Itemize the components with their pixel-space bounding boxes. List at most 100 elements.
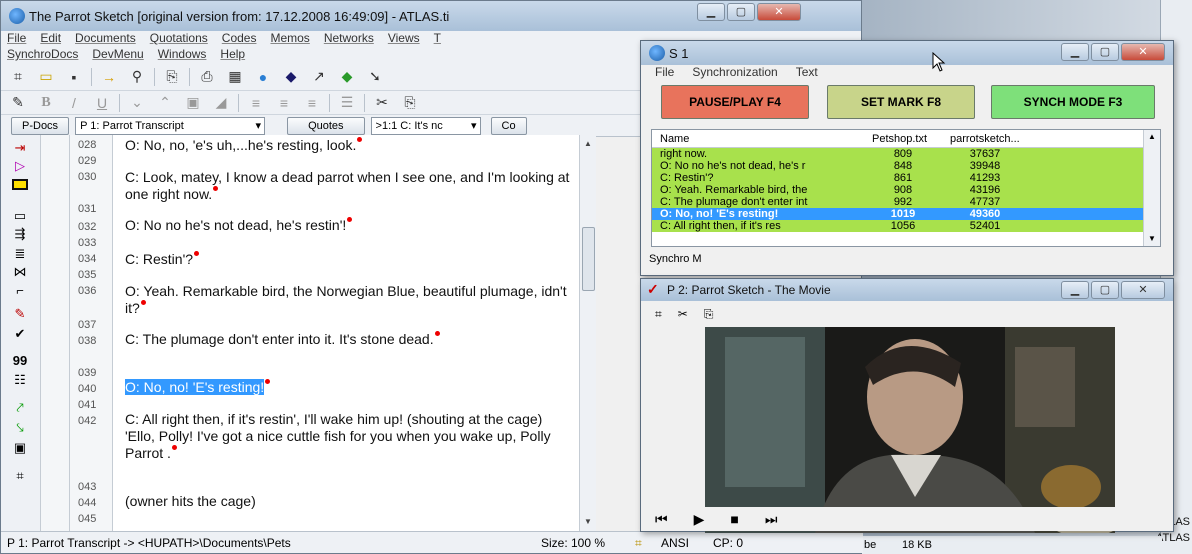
sync-list-scrollbar[interactable]: ▲ ▼: [1143, 130, 1160, 246]
close-button[interactable]: ✕: [757, 3, 801, 21]
copy-icon[interactable]: ⎘: [704, 307, 714, 322]
merge-icon[interactable]: ⋈: [9, 263, 31, 281]
italic-icon[interactable]: /: [63, 93, 85, 113]
auto-code-icon[interactable]: ≣: [9, 245, 31, 263]
quotes-combo[interactable]: >1:1 C: It's nc: [370, 116, 481, 135]
menu-synchrodocs[interactable]: SynchroDocs: [7, 47, 78, 63]
main-titlebar[interactable]: The Parrot Sketch [original version from…: [1, 1, 861, 31]
sync-titlebar[interactable]: S 1 ▁ ▢ ✕: [641, 41, 1173, 65]
minimize-button[interactable]: ▁: [697, 3, 725, 21]
pen-icon[interactable]: ✎: [7, 93, 29, 113]
sync-menu-text[interactable]: Text: [796, 65, 818, 83]
sync-close-button[interactable]: ✕: [1121, 43, 1165, 61]
arrow-tag-icon[interactable]: ▷: [9, 157, 31, 175]
underline-icon[interactable]: U: [91, 93, 113, 113]
open-icon[interactable]: ⎘: [161, 67, 183, 87]
frame-icon[interactable]: ▣: [9, 439, 31, 457]
binoculars-icon[interactable]: ⚲: [126, 67, 148, 87]
menu-documents[interactable]: Documents: [75, 31, 136, 47]
quote-99-icon[interactable]: 99: [9, 351, 31, 369]
down-icon[interactable]: ⌄: [126, 93, 148, 113]
align-center-icon[interactable]: ≡: [273, 93, 295, 113]
menu-quotations[interactable]: Quotations: [150, 31, 208, 47]
code-icon[interactable]: ▭: [35, 67, 57, 87]
code-link2-icon[interactable]: ⤥: [9, 419, 31, 437]
movie-minimize-button[interactable]: ▁: [1061, 281, 1089, 299]
sync-maximize-button[interactable]: ▢: [1091, 43, 1119, 61]
sync-minimize-button[interactable]: ▁: [1061, 43, 1089, 61]
document-scrollbar[interactable]: ▲ ▼: [579, 135, 596, 531]
menu-tools[interactable]: T: [434, 31, 441, 47]
print-icon[interactable]: ⎙: [196, 67, 218, 87]
sync-list-row[interactable]: C: All right then, if it's res 1056 52401: [652, 220, 1160, 232]
sync-list-row[interactable]: right now. 809 37637: [652, 148, 1160, 160]
forward-arrow-icon[interactable]: ➘: [364, 67, 386, 87]
bold-icon[interactable]: B: [35, 93, 57, 113]
list-scroll-up-icon[interactable]: ▲: [1148, 132, 1156, 141]
tool-icon[interactable]: ↗: [308, 67, 330, 87]
selected-quotation[interactable]: O: No, no! 'E's resting!: [125, 379, 575, 396]
save-icon[interactable]: ▪: [63, 67, 85, 87]
sync-list-row[interactable]: O: No no he's not dead, he's r 848 39948: [652, 160, 1160, 172]
menu-devmenu[interactable]: DevMenu: [92, 47, 143, 63]
sync-list-row[interactable]: O: Yeah. Remarkable bird, the 908 43196: [652, 184, 1160, 196]
memo-icon[interactable]: ✎: [9, 305, 31, 323]
sync-list-row[interactable]: C: Restin'? 861 41293: [652, 172, 1160, 184]
stop-icon[interactable]: ■: [730, 511, 738, 527]
video-frame[interactable]: [705, 327, 1115, 533]
list-icon[interactable]: ☰: [336, 93, 358, 113]
link-icon[interactable]: ⌐: [9, 281, 31, 299]
scroll-down-icon[interactable]: ▼: [584, 517, 592, 526]
pdocs-combo[interactable]: P 1: Parrot Transcript: [75, 116, 266, 135]
image-icon[interactable]: ▣: [182, 93, 204, 113]
back-arrow-icon[interactable]: ◆: [336, 67, 358, 87]
sync-list-row[interactable]: O: No, no! 'E's resting! 1019 49360: [652, 208, 1160, 220]
eraser-icon[interactable]: ◢: [210, 93, 232, 113]
menu-windows[interactable]: Windows: [158, 47, 207, 63]
synch-mode-button[interactable]: SYNCH MODE F3: [991, 85, 1155, 119]
sync-list-row[interactable]: C: The plumage don't enter int 992 47737: [652, 196, 1160, 208]
quote-box-icon[interactable]: ▭: [9, 207, 31, 225]
quote-list-icon[interactable]: ☷: [9, 371, 31, 389]
sync-menu-file[interactable]: File: [655, 65, 674, 83]
codes-button[interactable]: Co: [490, 116, 527, 135]
menu-codes[interactable]: Codes: [222, 31, 257, 47]
align-left-icon[interactable]: ≡: [245, 93, 267, 113]
scroll-up-icon[interactable]: ▲: [584, 139, 592, 148]
menu-help[interactable]: Help: [220, 47, 245, 63]
movie-titlebar[interactable]: ✓ P 2: Parrot Sketch - The Movie ▁ ▢ ✕: [641, 279, 1173, 301]
play-icon[interactable]: ▶: [694, 511, 705, 528]
document-text-area[interactable]: O: No, no, 'e's uh,...he's resting, look…: [113, 135, 579, 531]
yellow-code-icon[interactable]: [9, 175, 31, 193]
cut-icon[interactable]: ✂: [371, 93, 393, 113]
network-view-icon[interactable]: ⌗: [9, 467, 31, 485]
list-code-icon[interactable]: ⇶: [9, 225, 31, 243]
movie-close-button[interactable]: ✕: [1121, 281, 1165, 299]
rewind-icon[interactable]: ⏮: [655, 511, 668, 528]
movie-maximize-button[interactable]: ▢: [1091, 281, 1119, 299]
col-parrotsketch[interactable]: parrotsketch...: [942, 130, 1028, 147]
copy-icon[interactable]: ⎘: [399, 93, 421, 113]
set-mark-button[interactable]: SET MARK F8: [827, 85, 975, 119]
menu-file[interactable]: File: [7, 31, 26, 47]
menu-views[interactable]: Views: [388, 31, 420, 47]
menu-memos[interactable]: Memos: [270, 31, 309, 47]
pause-play-button[interactable]: PAUSE/PLAY F4: [661, 85, 809, 119]
col-petshop[interactable]: Petshop.txt: [864, 130, 942, 147]
quotes-button[interactable]: Quotes: [287, 116, 365, 135]
cut-icon[interactable]: ✂: [678, 307, 688, 322]
globe-icon[interactable]: ●: [252, 67, 274, 87]
object-icon[interactable]: ◆: [280, 67, 302, 87]
forward-icon[interactable]: ⏭: [765, 511, 778, 528]
maximize-button[interactable]: ▢: [727, 3, 755, 21]
network-icon[interactable]: ⌗: [655, 307, 662, 322]
scroll-thumb[interactable]: [582, 227, 595, 291]
code-in-vivo-icon[interactable]: ⇥: [9, 139, 31, 157]
menu-networks[interactable]: Networks: [324, 31, 374, 47]
code-link-icon[interactable]: ⤤: [9, 399, 31, 417]
sync-menu-synchronization[interactable]: Synchronization: [692, 65, 777, 83]
grid-icon[interactable]: ▦: [224, 67, 246, 87]
menu-edit[interactable]: Edit: [40, 31, 61, 47]
align-right-icon[interactable]: ≡: [301, 93, 323, 113]
create-code-icon[interactable]: →: [98, 67, 120, 87]
